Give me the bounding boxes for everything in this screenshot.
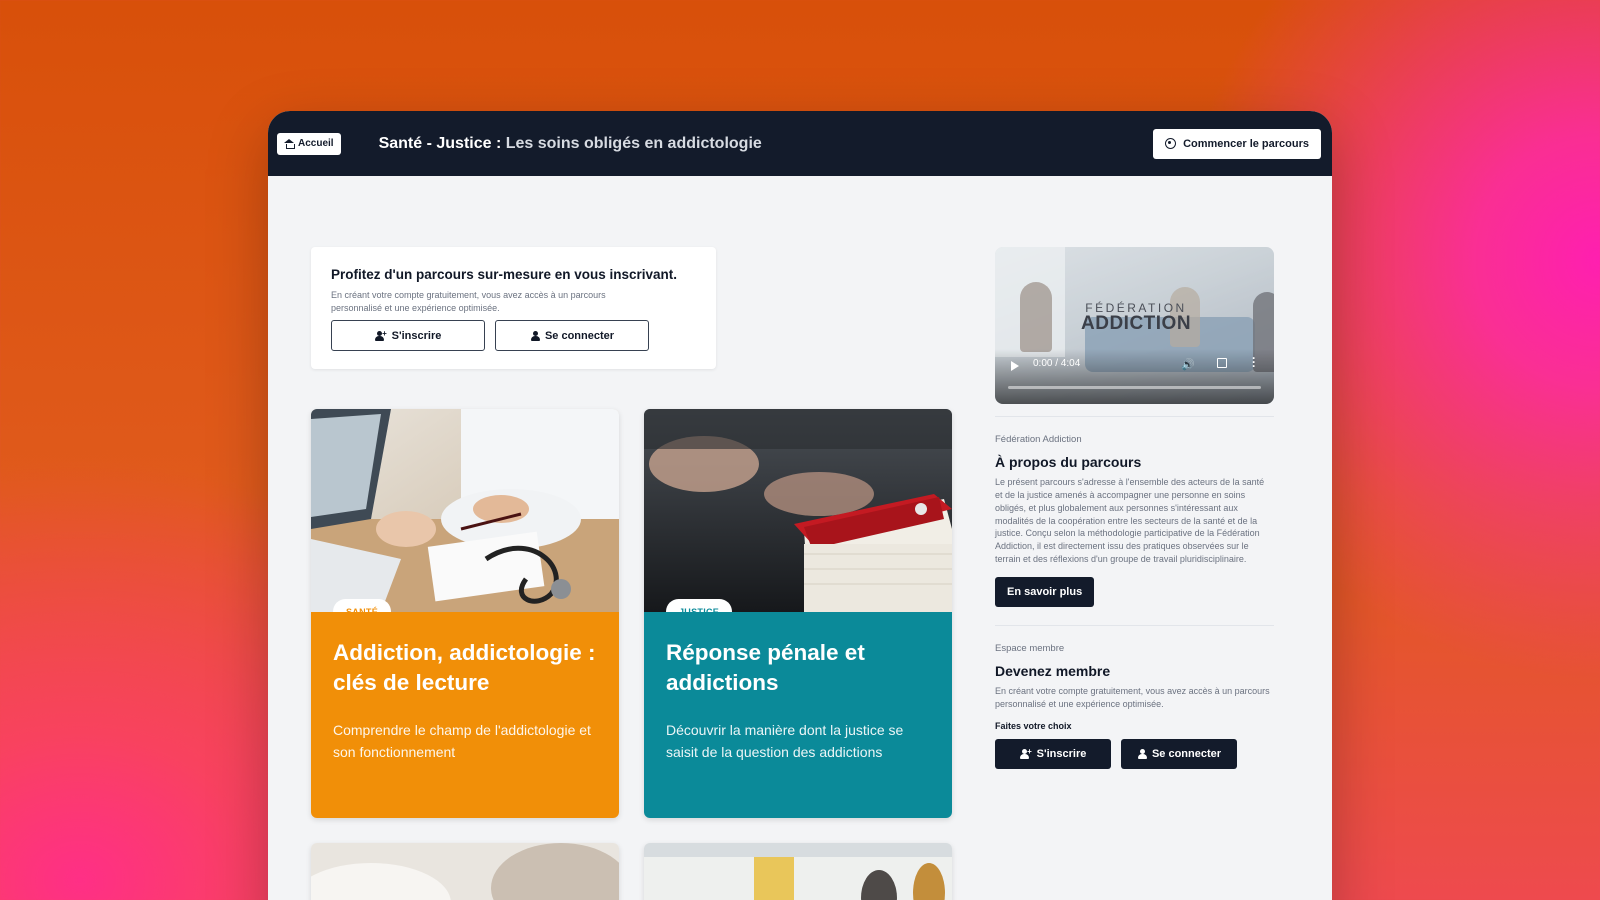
video-player[interactable]: FÉDÉRATION ADDICTION 0:00 / 4:04 🔊 · · ·: [995, 247, 1274, 404]
card-image-partial: [644, 843, 952, 900]
about-section: Fédération Addiction À propos du parcour…: [995, 417, 1274, 608]
login-button[interactable]: Se connecter: [495, 320, 649, 352]
user-icon: [1137, 748, 1147, 759]
member-login-button[interactable]: Se connecter: [1121, 738, 1237, 769]
card-image-codebook: [644, 409, 952, 612]
member-login-label: Se connecter: [1151, 747, 1222, 760]
home-button[interactable]: Accueil: [277, 132, 341, 155]
sidebar: Fédération Addiction À propos du parcour…: [995, 416, 1274, 769]
register-button[interactable]: S'inscrire: [331, 320, 485, 352]
card-image-doctor: [311, 409, 619, 612]
logo-line-2: ADDICTION: [1081, 313, 1192, 334]
card-title: Réponse pénale et addictions: [666, 640, 865, 695]
course-card-partial-2[interactable]: [644, 843, 952, 900]
play-icon[interactable]: [1011, 361, 1019, 371]
card-description: Découvrir la manière dont la justice se …: [666, 721, 904, 760]
signup-heading: Profitez d'un parcours sur-mesure en vou…: [331, 267, 678, 282]
member-buttons: S'inscrire Se connecter: [995, 738, 1274, 769]
app-window: Accueil Santé - Justice : Les soins obli…: [268, 111, 1332, 900]
start-course-label: Commencer le parcours: [1183, 137, 1309, 150]
doctor-desk-illustration: [311, 409, 619, 612]
user-icon: [530, 330, 540, 341]
home-icon: [284, 139, 295, 149]
card-title: Addiction, addictologie : clés de lectur…: [333, 640, 596, 695]
choice-label: Faites votre choix: [995, 720, 1072, 731]
card-image-partial: [311, 843, 619, 900]
page-title-main: Santé - Justice :: [378, 134, 506, 152]
more-options-icon[interactable]: · · ·: [1252, 352, 1256, 372]
fullscreen-icon[interactable]: [1217, 358, 1227, 368]
top-navbar: Accueil Santé - Justice : Les soins obli…: [268, 111, 1332, 176]
about-text: Le présent parcours s'adresse à l'ensemb…: [995, 477, 1265, 565]
signup-text: En créant votre compte gratuitement, vou…: [331, 290, 606, 313]
user-plus-icon: [1019, 747, 1032, 759]
card-body: Réponse pénale et addictions Découvrir l…: [644, 612, 952, 818]
login-label: Se connecter: [544, 329, 615, 342]
target-icon: [1165, 138, 1177, 149]
about-eyebrow: Fédération Addiction: [995, 434, 1082, 445]
about-heading: À propos du parcours: [995, 454, 1142, 470]
home-label: Accueil: [298, 138, 334, 149]
course-card-partial-1[interactable]: [311, 843, 619, 900]
member-register-label: S'inscrire: [1036, 747, 1087, 760]
video-progress-bar[interactable]: [1008, 386, 1261, 389]
course-card-sante[interactable]: SANTÉ Addiction, addictologie : clés de …: [311, 409, 619, 818]
signup-buttons: S'inscrire Se connecter: [331, 320, 696, 352]
member-heading: Devenez membre: [995, 663, 1111, 680]
code-book-illustration: [644, 409, 952, 612]
member-eyebrow: Espace membre: [995, 643, 1065, 655]
card-description: Comprendre le champ de l'addictologie et…: [333, 721, 591, 760]
course-card-justice[interactable]: JUSTICE Réponse pénale et addictions Déc…: [644, 409, 952, 818]
member-text: En créant votre compte gratuitement, vou…: [995, 686, 1270, 709]
learn-more-button[interactable]: En savoir plus: [995, 577, 1095, 608]
signup-promo-card: Profitez d'un parcours sur-mesure en vou…: [311, 247, 716, 369]
page-title-sub: Les soins obligés en addictologie: [505, 134, 762, 152]
start-course-button[interactable]: Commencer le parcours: [1153, 128, 1321, 159]
volume-icon[interactable]: 🔊: [1181, 358, 1195, 371]
federation-logo: FÉDÉRATION ADDICTION: [1081, 301, 1191, 335]
user-plus-icon: [374, 329, 387, 341]
page-title: Santé - Justice : Les soins obligés en a…: [379, 135, 762, 153]
register-label: S'inscrire: [391, 329, 442, 342]
card-body: Addiction, addictologie : clés de lectur…: [311, 612, 619, 818]
member-register-button[interactable]: S'inscrire: [995, 738, 1111, 769]
member-section: Espace membre Devenez membre En créant v…: [995, 626, 1274, 769]
video-time: 0:00 / 4:04: [1033, 358, 1081, 369]
